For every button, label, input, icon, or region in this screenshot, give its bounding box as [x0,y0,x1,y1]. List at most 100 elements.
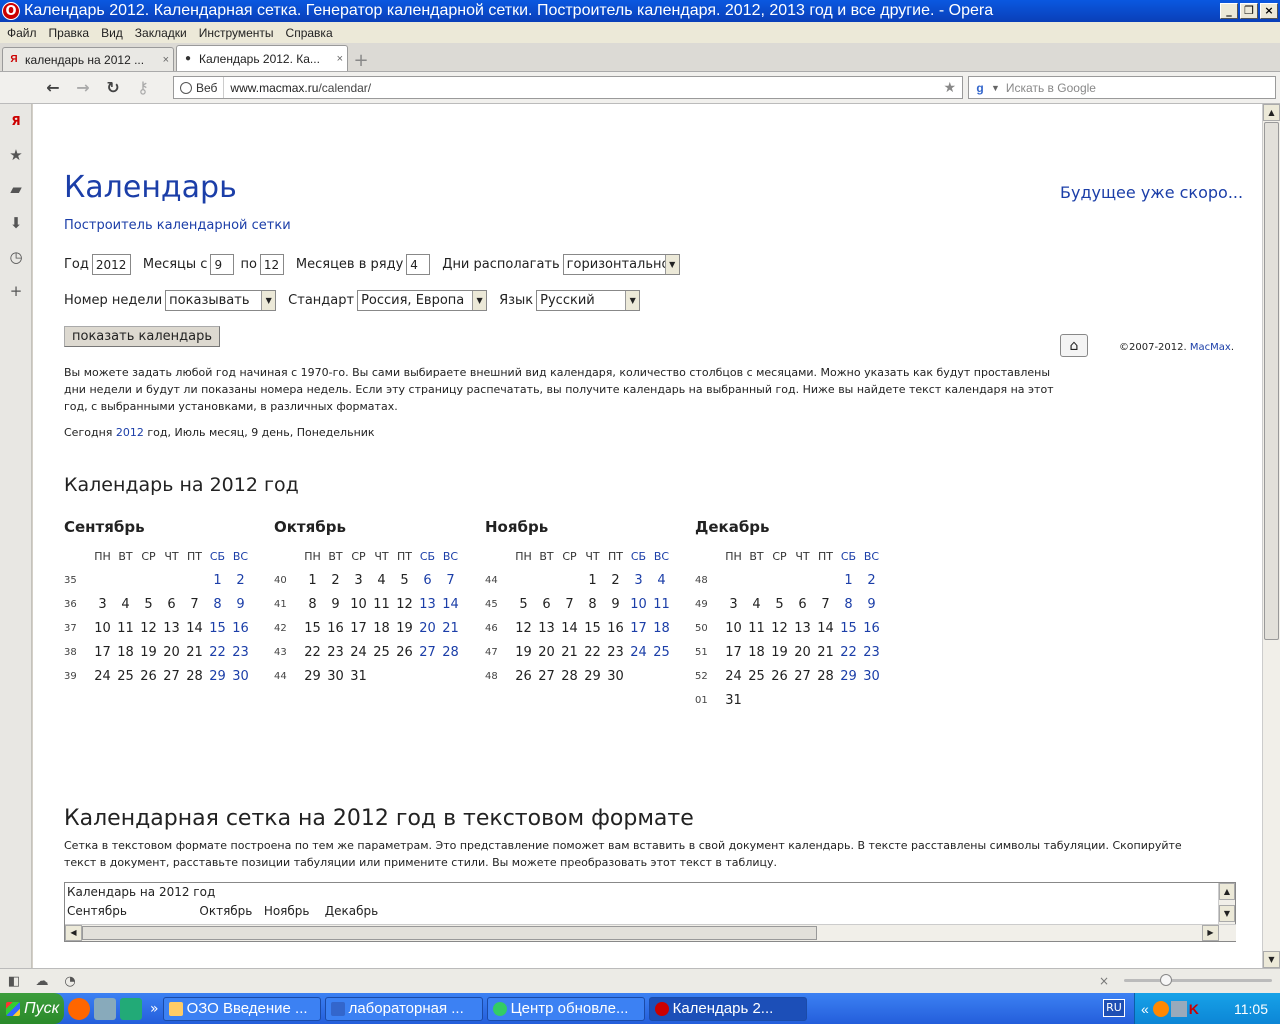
days-select[interactable]: горизонтально ▼ [562,254,680,275]
search-placeholder: Искать в Google [1005,80,1096,95]
macmax-link[interactable]: MacMax [1190,342,1231,353]
new-tab-icon[interactable]: + [350,49,372,71]
future-link[interactable]: Будущее уже скоро... [1060,183,1243,202]
scroll-right-icon[interactable]: ▶ [1202,925,1219,941]
menu-help[interactable]: Справка [281,26,338,40]
add-panel-icon[interactable]: + [0,274,32,308]
desktop-quicklaunch-icon[interactable] [120,997,142,1020]
text-line: Календарь на 2012 год [67,885,216,899]
day-cell: 14 [186,620,203,636]
downloads-icon[interactable]: ⬇ [0,206,32,240]
menu-edit[interactable]: Правка [44,26,95,40]
speed-dial-icon[interactable]: ◔ [56,974,84,989]
menu-tools[interactable]: Инструменты [194,26,279,40]
calendar-text-area[interactable]: Календарь на 2012 год Сентябрь Октябрь Н… [64,882,1236,942]
zoom-knob[interactable] [1160,974,1172,986]
weekday-label: ВС [863,549,880,563]
language-indicator[interactable]: RU [1103,999,1125,1017]
day-cell: 25 [117,668,134,684]
menu-bookmarks[interactable]: Закладки [130,26,192,40]
task-update[interactable]: Центр обновле... [486,996,645,1021]
today-year-link[interactable]: 2012 [116,426,144,439]
day-cell: 28 [817,668,834,684]
clock[interactable]: 11:05 [1234,1001,1268,1017]
close-tab-icon[interactable]: × [163,54,169,66]
network-quicklaunch-icon[interactable] [94,997,116,1020]
bookmark-star-icon[interactable]: ★ [937,79,962,96]
history-icon[interactable]: ◷ [0,240,32,274]
task-opera[interactable]: Календарь 2... [648,996,807,1021]
week-select[interactable]: показывать ▼ [165,290,277,311]
quicklaunch-chevron-icon[interactable]: » [150,1001,159,1017]
menu-view[interactable]: Вид [96,26,128,40]
scroll-up-icon[interactable]: ▲ [1219,883,1235,900]
scroll-left-icon[interactable]: ◀ [65,925,82,941]
tab-calendar[interactable]: ● Календарь 2012. Ка... × [176,45,348,71]
update-icon [492,1001,507,1016]
day-cell: 3 [729,596,738,612]
reload-icon[interactable]: ↻ [98,76,128,100]
page-vertical-scrollbar[interactable]: ▲ ▼ [1262,104,1280,968]
maximize-button[interactable]: ❐ [1240,3,1258,19]
zoom-slider[interactable] [1124,979,1272,982]
week-row: 46 12 13 14 15 16 17 18 [485,616,690,640]
textarea-horizontal-scrollbar[interactable]: ◀ ▶ [65,924,1236,941]
url-text[interactable]: www.macmax.ru/calendar/ [224,81,937,95]
weekday-label: ЧТ [795,549,810,563]
day-cell: 22 [304,644,321,660]
back-icon[interactable]: ← [38,76,68,100]
minimize-button[interactable]: _ [1220,3,1238,19]
scroll-thumb[interactable] [82,926,817,940]
security-badge[interactable]: Веб [174,77,225,98]
months-from-input[interactable]: 9 [210,254,235,275]
day-cell: 5 [519,596,528,612]
chevron-down-icon[interactable]: ▼ [991,83,1000,93]
address-bar[interactable]: Веб www.macmax.ru/calendar/ ★ [173,76,963,99]
lang-select[interactable]: Русский ▼ [536,290,641,311]
week-number: 43 [274,646,287,658]
tray-antivirus-icon[interactable]: K [1189,1001,1203,1017]
week-number: 44 [485,574,498,586]
grid-description: Сетка в текстовом формате построена по т… [64,839,1182,869]
yandex-panel-icon[interactable]: Я [0,104,32,138]
weekday-label: СБ [419,549,436,563]
zoom-out-icon[interactable]: × [1099,974,1109,988]
scroll-up-icon[interactable]: ▲ [1263,104,1280,121]
notes-icon[interactable]: ▰ [0,172,32,206]
start-button[interactable]: Пуск [0,993,64,1024]
standard-select[interactable]: Россия, Европа ▼ [357,290,488,311]
unite-icon[interactable]: ☁ [28,974,56,989]
day-cell: 6 [423,572,432,588]
show-calendar-button[interactable]: показать календарь [64,326,220,347]
home-icon[interactable]: ⌂ [1060,334,1088,357]
opera-quicklaunch-icon[interactable] [68,997,90,1020]
month-block: Сентябрь ПН ВТ СР ЧТ ПТ СБ ВС 35 1 2 36 3 4 5 6 7 8 9 37 10 1… [64,518,269,688]
month-block: Ноябрь ПН ВТ СР ЧТ ПТ СБ ВС 44 1 2 3 4 45 5 6 7 8 9 10 11 46 1… [485,518,690,688]
tray-expand-icon[interactable]: « [1141,1001,1149,1017]
close-button[interactable]: × [1260,3,1278,19]
tab-yandex[interactable]: Я календарь на 2012 ... × [2,47,174,71]
forward-icon[interactable]: → [68,76,98,100]
tray-network-icon[interactable] [1170,1000,1187,1017]
subtitle-link[interactable]: Построитель календарной сетки [64,218,291,233]
year-input[interactable]: 2012 [91,254,131,275]
day-cell: 7 [565,596,574,612]
task-word[interactable]: лабораторная ... [324,996,483,1021]
key-icon[interactable]: ⚷ [128,76,158,100]
task-folder[interactable]: ОЗО Введение ... [162,996,321,1021]
close-tab-icon[interactable]: × [337,53,343,65]
menu-file[interactable]: Файл [2,26,42,40]
panel-toggle-icon[interactable]: ◧ [0,974,28,989]
tray-firefox-icon[interactable] [1152,1000,1169,1017]
scroll-down-icon[interactable]: ▼ [1219,905,1235,922]
textarea-vertical-scrollbar[interactable]: ▲ ▼ [1218,883,1235,924]
months-to-input[interactable]: 12 [259,254,284,275]
bookmarks-icon[interactable]: ★ [0,138,32,172]
today-text: Сегодня 2012 год, Июль месяц, 9 день, По… [64,426,375,439]
opera-logo-icon: O [2,2,20,20]
per-row-input[interactable]: 4 [406,254,431,275]
scroll-down-icon[interactable]: ▼ [1263,951,1280,968]
scroll-thumb[interactable] [1264,122,1279,640]
search-field[interactable]: g ▼ Искать в Google [968,76,1276,99]
week-row: 51 17 18 19 20 21 22 23 [695,640,900,664]
